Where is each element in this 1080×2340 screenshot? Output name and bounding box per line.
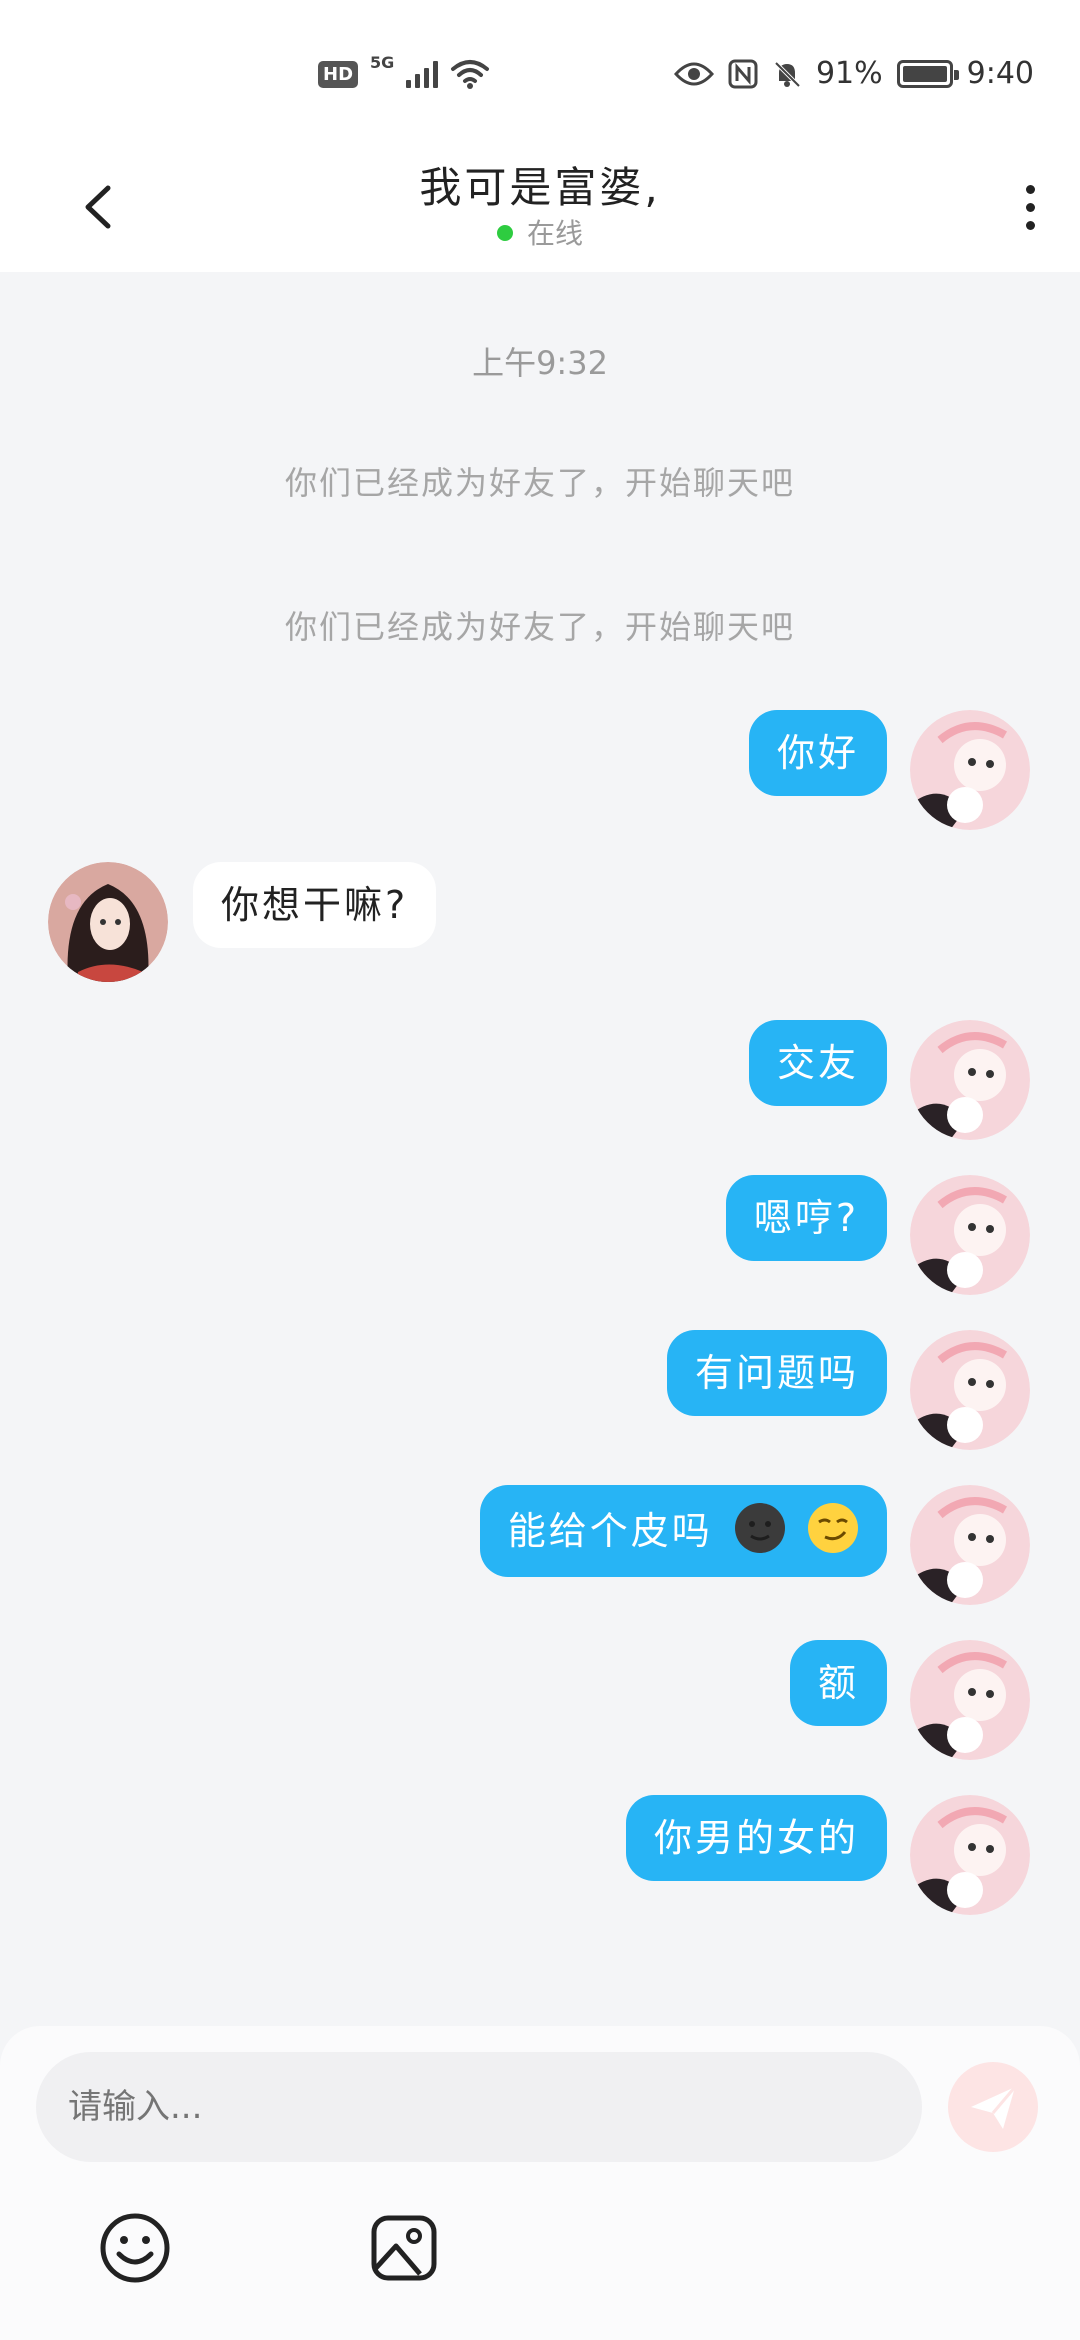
mute-bell-icon xyxy=(774,61,801,87)
status-bar: HD 5G 91% 9:40 xyxy=(0,0,1080,150)
online-dot-icon xyxy=(496,225,513,241)
message-row-outgoing: 额 xyxy=(0,1640,1080,1760)
my-avatar[interactable] xyxy=(910,1175,1030,1295)
battery-percent: 91% xyxy=(815,56,883,91)
message-row-outgoing: 你好 xyxy=(0,710,1080,830)
system-message: 你们已经成为好友了，开始聊天吧 xyxy=(284,464,795,502)
message-row-outgoing: 有问题吗 xyxy=(0,1330,1080,1450)
message-row-outgoing: 嗯哼? xyxy=(0,1175,1080,1295)
my-avatar[interactable] xyxy=(910,1640,1030,1760)
clock: 9:40 xyxy=(966,56,1034,91)
eye-icon xyxy=(673,62,714,85)
message-bubble[interactable]: 能给个皮吗 xyxy=(479,1485,887,1577)
my-avatar[interactable] xyxy=(910,1485,1030,1605)
my-avatar[interactable] xyxy=(910,1795,1030,1915)
system-message: 你们已经成为好友了，开始聊天吧 xyxy=(284,608,795,646)
message-bubble[interactable]: 你男的女的 xyxy=(625,1795,887,1881)
status-right: 91% 9:40 xyxy=(673,56,1034,91)
message-row-outgoing: 能给个皮吗 xyxy=(0,1485,1080,1605)
more-options-button[interactable] xyxy=(1010,172,1050,242)
wifi-icon xyxy=(451,60,490,89)
message-input[interactable] xyxy=(36,2052,922,2162)
message-row-outgoing: 交友 xyxy=(0,1020,1080,1140)
send-button[interactable] xyxy=(948,2062,1038,2152)
message-bubble[interactable]: 交友 xyxy=(748,1020,887,1106)
message-bubble[interactable]: 有问题吗 xyxy=(666,1330,887,1416)
image-icon xyxy=(371,2215,437,2281)
smiley-icon xyxy=(100,2213,170,2283)
online-label: 在线 xyxy=(526,217,583,250)
my-avatar[interactable] xyxy=(910,1330,1030,1450)
emoji-button[interactable] xyxy=(95,2208,175,2288)
message-timestamp: 上午9:32 xyxy=(472,344,608,382)
smirk-face-icon xyxy=(808,1503,858,1553)
message-bubble[interactable]: 嗯哼? xyxy=(725,1175,887,1261)
composer xyxy=(0,2026,1080,2340)
new-moon-face-icon xyxy=(734,1503,785,1553)
signal-icon xyxy=(406,60,439,88)
chat-header: 我可是富婆, 在线 xyxy=(0,150,1080,272)
send-icon xyxy=(971,2086,1017,2129)
network-type: 5G xyxy=(370,52,395,72)
hd-badge: HD xyxy=(318,60,359,88)
message-row-incoming: 你想干嘛? xyxy=(0,862,1080,982)
image-button[interactable] xyxy=(364,2208,444,2288)
online-status: 在线 xyxy=(0,212,1080,252)
contact-avatar[interactable] xyxy=(48,862,168,982)
message-bubble[interactable]: 你好 xyxy=(748,710,887,796)
status-left: HD 5G xyxy=(318,53,490,90)
my-avatar[interactable] xyxy=(910,1020,1030,1140)
message-text: 能给个皮吗 xyxy=(507,1509,713,1553)
message-bubble[interactable]: 额 xyxy=(789,1640,887,1726)
my-avatar[interactable] xyxy=(910,710,1030,830)
battery-icon xyxy=(896,59,959,88)
contact-name: 我可是富婆, xyxy=(419,163,661,212)
message-bubble[interactable]: 你想干嘛? xyxy=(193,862,437,948)
nfc-icon xyxy=(728,59,758,88)
message-row-outgoing: 你男的女的 xyxy=(0,1795,1080,1915)
